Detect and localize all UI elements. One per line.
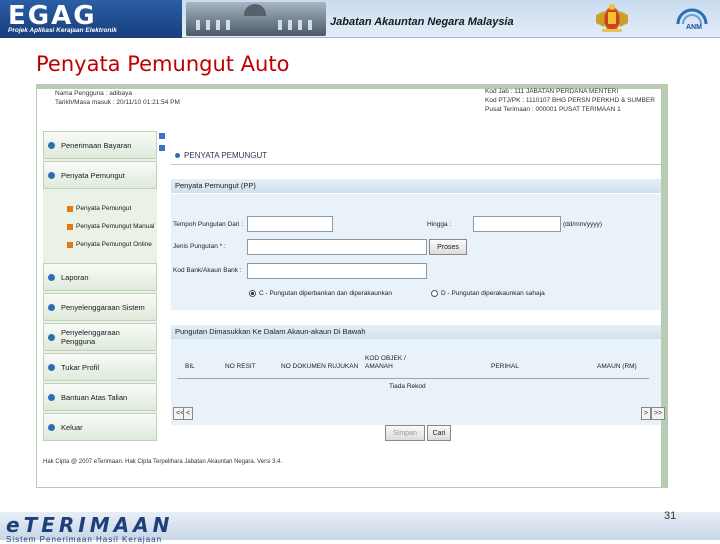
expand-icon[interactable] [159, 145, 165, 151]
subitem-square-icon [67, 241, 73, 248]
date-format-hint: (dd/mm/yyyy) [563, 221, 602, 228]
menu-bullet-icon [48, 303, 55, 311]
radio-d-label: D - Pungutan diperakaunkan sahaja [441, 290, 545, 297]
building-image [186, 2, 326, 36]
page-number: 31 [664, 510, 677, 522]
department-name: Jabatan Akauntan Negara Malaysia [330, 16, 514, 28]
hingga-label: Hingga : [427, 221, 452, 228]
sidebar: Penerimaan Bayaran Penyata Pemungut Peny… [43, 131, 157, 441]
slide-title: Penyata Pemungut Auto [36, 52, 290, 76]
subitem-penyata-pemungut-manual[interactable]: Penyata Pemungut Manual [67, 223, 154, 230]
subitem-penyata-pemungut[interactable]: Penyata Pemungut [67, 205, 131, 212]
menu-bullet-icon [48, 171, 55, 179]
sidebar-item-penyelenggaraan-sistem[interactable]: Penyelenggaraan Sistem [43, 293, 157, 321]
egag-subtitle: Projek Aplikasi Kerajaan Elektronik [8, 27, 117, 34]
proses-button[interactable]: Proses [429, 239, 467, 255]
egag-logo-box: EGAG Projek Aplikasi Kerajaan Elektronik [0, 0, 182, 38]
app-screenshot-frame: Nama Pengguna : adibaya Tarikh/Masa masu… [36, 84, 668, 488]
jenis-pungutan-select[interactable] [247, 239, 427, 255]
department-code: Kod Jab : 111 JABATAN PERDANA MENTERI [485, 88, 619, 95]
sidebar-item-keluar[interactable]: Keluar [43, 413, 157, 441]
eterimaan-logo: eTERIMAAN [6, 513, 174, 537]
radio-c-label: C - Pungutan diperbankan dan diperakaunk… [259, 290, 392, 297]
coat-of-arms-icon [596, 4, 628, 32]
page-title: PENYATA PEMUNGUT [175, 151, 267, 160]
divider [171, 164, 661, 165]
menu-bullet-icon [48, 333, 55, 341]
login-time: Tarikh/Masa masuk : 20/11/10 01:21:54 PM [55, 99, 180, 106]
radio-c[interactable] [249, 290, 256, 297]
th-bil: BIL [185, 363, 195, 370]
radio-d[interactable] [431, 290, 438, 297]
menu-bullet-icon [48, 423, 55, 431]
subitem-square-icon [67, 205, 73, 212]
ptj-code: Kod PTJ/PK : 1110107 BHG PERSN PERKHD & … [485, 97, 655, 104]
header-banner: EGAG Projek Aplikasi Kerajaan Elektronik… [0, 0, 720, 38]
th-kod-objek: KOD OBJEK / AMANAH [365, 355, 406, 370]
hingga-input[interactable] [473, 216, 561, 232]
menu-bullet-icon [48, 393, 55, 401]
menu-bullet-icon [48, 141, 55, 149]
th-no-dokumen: NO DOKUMEN RUJUKAN [281, 363, 359, 370]
sidebar-item-laporan[interactable]: Laporan [43, 263, 157, 291]
sidebar-item-bantuan[interactable]: Bantuan Atas Talian [43, 383, 157, 411]
subitem-penyata-pemungut-online[interactable]: Penyata Pemungut Online [67, 241, 152, 248]
session-info: Nama Pengguna : adibaya Tarikh/Masa masu… [55, 89, 180, 107]
title-bullet-icon [175, 153, 180, 158]
results-table [171, 339, 661, 425]
kod-bank-label: Kod Bank/Akaun Bank : [173, 267, 242, 274]
section-header-pungutan: Pungutan Dimasukkan Ke Dalam Akaun-akaun… [171, 325, 661, 339]
collapse-icon[interactable] [159, 133, 165, 139]
tempoh-label: Tempoh Pungutan Dari : [173, 221, 244, 228]
th-amaun: AMAUN (RM) [597, 363, 637, 370]
cari-button[interactable]: Cari [427, 425, 451, 441]
office-info: Kod Jab : 111 JABATAN PERDANA MENTERI Ko… [485, 87, 655, 114]
sidebar-item-tukar-profil[interactable]: Tukar Profil [43, 353, 157, 381]
last-page-button[interactable]: >> [651, 407, 666, 420]
th-no-resit: NO RESIT [225, 363, 256, 370]
user-info: Nama Pengguna : adibaya [55, 90, 132, 97]
table-header-divider [177, 378, 649, 379]
sidebar-item-penyelenggaraan-pengguna[interactable]: Penyelenggaraan Pengguna [43, 323, 157, 351]
th-perihal: PERIHAL [491, 363, 519, 370]
next-page-button[interactable]: > [641, 407, 652, 420]
jenis-pungutan-label: Jenis Pungutan * : [173, 243, 226, 250]
empty-table-message: Tiada Rekod [389, 383, 426, 390]
section-header-pp: Penyata Pemungut (PP) [171, 179, 661, 193]
sidebar-item-penerimaan-bayaran[interactable]: Penerimaan Bayaran [43, 131, 157, 159]
kod-bank-input[interactable] [247, 263, 427, 279]
bottom-banner: eTERIMAAN Sistem Penerimaan Hasil Keraja… [0, 512, 720, 544]
sidebar-item-penyata-pemungut[interactable]: Penyata Pemungut [43, 161, 157, 189]
anm-logo-text: ANM [686, 24, 702, 31]
menu-bullet-icon [48, 363, 55, 371]
simpan-button[interactable]: Simpan [385, 425, 425, 441]
prev-page-button[interactable]: < [183, 407, 194, 420]
subitem-square-icon [67, 223, 73, 230]
collection-center: Pusat Terimaan : 000001 PUSAT TERIMAAN 1 [485, 106, 621, 113]
tempoh-dari-input[interactable] [247, 216, 333, 232]
sidebar-toggle[interactable] [159, 133, 165, 157]
copyright-text: Hak Cipta @ 2007 eTerimaan. Hak Cipta Te… [43, 459, 283, 465]
menu-bullet-icon [48, 273, 55, 281]
